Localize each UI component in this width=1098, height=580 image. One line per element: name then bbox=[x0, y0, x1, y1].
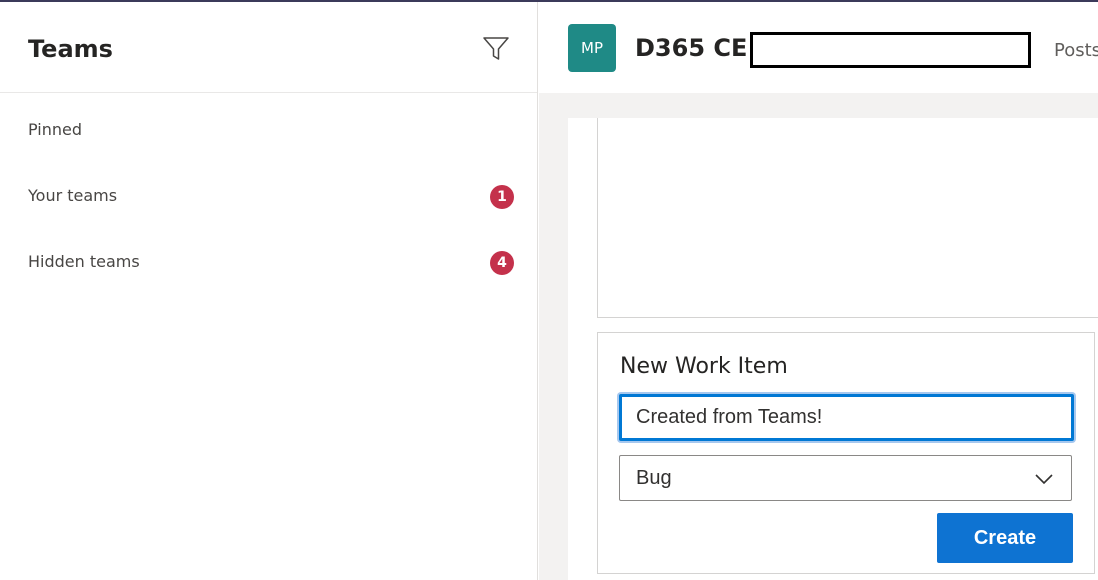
team-avatar: MP bbox=[568, 24, 616, 72]
form-title: New Work Item bbox=[620, 354, 788, 379]
sidebar-item-label: Your teams bbox=[28, 186, 118, 205]
work-item-title-input[interactable] bbox=[619, 394, 1074, 441]
sidebar-item-your-teams[interactable]: Your teams 1 bbox=[0, 176, 538, 216]
teams-sidebar: Teams Pinned Your teams 1 Hidden teams 4 bbox=[0, 2, 538, 580]
redaction-box bbox=[750, 32, 1031, 68]
previous-message-card bbox=[597, 118, 1098, 318]
channel-panel: MP D365 CE I Posts New Work Item Bug Cre… bbox=[539, 2, 1098, 580]
channel-title: D365 CE I bbox=[635, 34, 765, 62]
work-item-type-select[interactable]: Bug bbox=[619, 455, 1072, 501]
unread-badge: 1 bbox=[490, 185, 514, 209]
channel-header: MP D365 CE I Posts bbox=[539, 2, 1098, 93]
select-value: Bug bbox=[636, 467, 672, 489]
sidebar-item-pinned[interactable]: Pinned bbox=[0, 110, 538, 150]
new-work-item-card: New Work Item Bug Create bbox=[597, 332, 1095, 574]
sidebar-item-label: Hidden teams bbox=[28, 252, 140, 271]
create-button[interactable]: Create bbox=[937, 513, 1073, 563]
chevron-down-icon bbox=[1035, 474, 1053, 485]
unread-badge: 4 bbox=[490, 251, 514, 275]
sidebar-item-label: Pinned bbox=[28, 120, 83, 139]
sidebar-title: Teams bbox=[28, 35, 113, 63]
sidebar-item-hidden-teams[interactable]: Hidden teams 4 bbox=[0, 242, 538, 282]
tab-posts[interactable]: Posts bbox=[1054, 40, 1098, 61]
filter-icon[interactable] bbox=[482, 34, 510, 62]
sidebar-header: Teams bbox=[0, 2, 537, 93]
